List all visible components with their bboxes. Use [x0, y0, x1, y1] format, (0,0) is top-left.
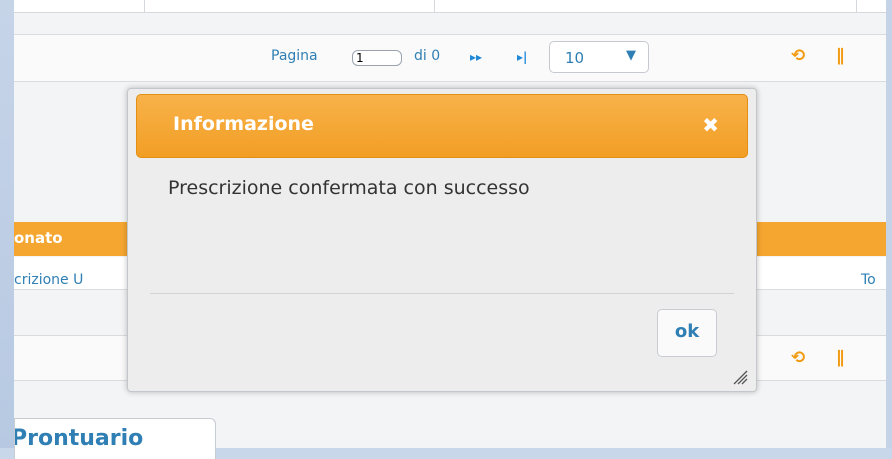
- columns-icon[interactable]: ∥: [836, 348, 845, 368]
- refresh-icon[interactable]: ⟲: [791, 348, 805, 368]
- ok-button[interactable]: ok: [657, 309, 717, 357]
- right-window-edge: [886, 0, 892, 448]
- row-cell-type: To: [861, 272, 876, 288]
- grid-column-separator: [434, 0, 435, 12]
- next-page-icon[interactable]: ▸▸: [470, 50, 482, 64]
- information-dialog: Informazione ✖ Prescrizione confermata c…: [127, 88, 757, 392]
- refresh-icon[interactable]: ⟲: [791, 46, 805, 66]
- grid-column-separator: [144, 0, 145, 12]
- row-cell-description: crizione U: [14, 272, 84, 288]
- pager-bar-top: Pagina di 0 ▸▸ ▸| 10 ▼ ⟲ ∥: [14, 34, 886, 82]
- columns-icon[interactable]: ∥: [836, 46, 845, 66]
- page-label: Pagina: [271, 48, 318, 64]
- tab-prontuario[interactable]: Prontuario: [14, 418, 216, 459]
- close-icon[interactable]: ✖: [702, 113, 719, 137]
- dialog-title: Informazione: [173, 113, 314, 135]
- dialog-divider: [150, 293, 734, 294]
- grid-column-separator: [856, 0, 857, 12]
- chevron-down-icon: ▼: [626, 48, 636, 63]
- column-header-label: onato: [14, 229, 63, 247]
- tab-label: Prontuario: [14, 426, 144, 451]
- last-page-icon[interactable]: ▸|: [517, 50, 527, 64]
- page-number-input[interactable]: [352, 50, 402, 66]
- page-size-select[interactable]: 10 ▼: [549, 41, 649, 73]
- grid-top-row: [14, 0, 886, 13]
- dialog-message: Prescrizione confermata con successo: [168, 177, 530, 199]
- resize-grip-icon[interactable]: [732, 369, 748, 385]
- dialog-titlebar[interactable]: Informazione ✖: [136, 94, 748, 158]
- page-count-label: di 0: [414, 48, 441, 64]
- left-window-edge: [0, 0, 14, 448]
- page-size-value: 10: [565, 49, 585, 67]
